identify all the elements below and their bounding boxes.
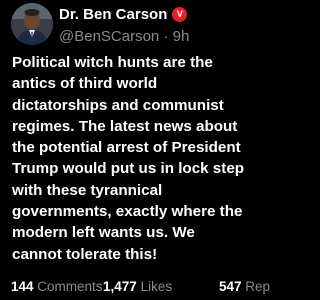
post-text-line: Trump would put us in lock step bbox=[12, 160, 245, 178]
post-text-line: antics of third world bbox=[12, 75, 158, 93]
likes-stat[interactable]: 1,477 Likes bbox=[103, 279, 172, 294]
separator-dot: · bbox=[163, 28, 169, 45]
reposts-stat[interactable]: 547 Rep bbox=[219, 279, 270, 294]
post-header: Dr. Ben Carson V @BenSCarson · 9h bbox=[59, 5, 269, 46]
author-name-row: Dr. Ben Carson V bbox=[59, 5, 269, 24]
post-stats: 144 Comments 1,477 Likes 547 Rep bbox=[11, 279, 273, 297]
verified-badge-icon: V bbox=[172, 7, 188, 22]
post-text-line: governments, exactly where the bbox=[12, 203, 243, 221]
author-handle[interactable]: @BenSCarson bbox=[59, 28, 159, 45]
comments-label: Comments bbox=[37, 279, 103, 294]
post-text-line: dictatorships and communist bbox=[12, 96, 224, 114]
comments-stat[interactable]: 144 Comments bbox=[11, 279, 103, 294]
reposts-label: Rep bbox=[245, 279, 271, 294]
post-card: Dr. Ben Carson V @BenSCarson · 9h Politi… bbox=[0, 0, 273, 300]
avatar-image bbox=[11, 3, 53, 45]
post-text-line: cannot tolerate this! bbox=[12, 245, 158, 263]
post-text-line: regimes. The latest news about bbox=[12, 117, 238, 135]
comments-count: 144 bbox=[11, 279, 34, 294]
reposts-count: 547 bbox=[219, 279, 242, 294]
post-text-line: Political witch hunts are the bbox=[12, 54, 213, 71]
post-text-line: modern left wants us. We bbox=[12, 224, 195, 242]
post-text-line: the potential arrest of President bbox=[12, 139, 241, 157]
avatar[interactable] bbox=[11, 3, 53, 45]
author-display-name[interactable]: Dr. Ben Carson bbox=[59, 6, 167, 23]
post-text-line: with these tyrannical bbox=[12, 181, 163, 199]
likes-label: Likes bbox=[140, 279, 173, 294]
author-handle-row: @BenSCarson · 9h bbox=[59, 28, 269, 46]
post-timestamp[interactable]: 9h bbox=[173, 28, 190, 45]
post-text: Political witch hunts are the antics of … bbox=[12, 52, 270, 265]
likes-count: 1,477 bbox=[103, 279, 137, 294]
